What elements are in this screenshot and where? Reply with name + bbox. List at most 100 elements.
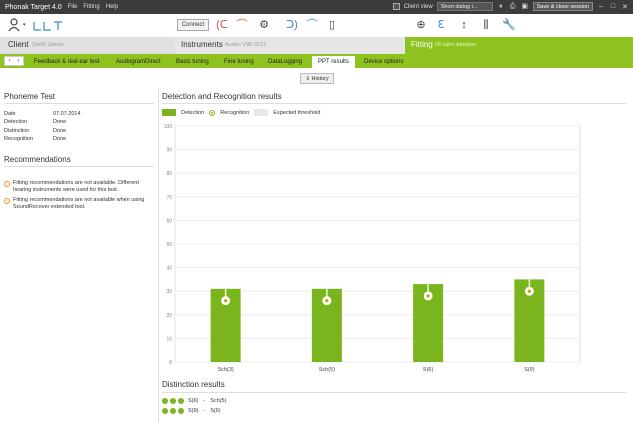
legend-recognition-label: Recognition bbox=[220, 109, 250, 116]
warning-icon: ! bbox=[4, 181, 10, 187]
recognition-point-center bbox=[527, 289, 531, 293]
maximize-icon[interactable]: □ bbox=[609, 3, 617, 10]
y-tick-label: 0 bbox=[169, 360, 172, 366]
client-name: Smith James bbox=[32, 42, 64, 48]
result-dot bbox=[178, 398, 184, 404]
gain-icon[interactable]: ↕ bbox=[458, 18, 470, 32]
save-close-button[interactable]: Save & close session bbox=[532, 2, 593, 11]
x-tick-label: S(9) bbox=[524, 367, 535, 373]
menu-help[interactable]: Help bbox=[106, 4, 118, 10]
tab-bar: ‹ › Feedback & real ear test AudiogramDi… bbox=[0, 54, 633, 68]
fitting-segment[interactable]: Fitting Of calm situation bbox=[405, 37, 633, 54]
right-ear-icon[interactable]: ᑐ) bbox=[286, 18, 298, 32]
recognition-value: Done bbox=[53, 136, 67, 142]
result-dot bbox=[178, 408, 184, 414]
client-view-checkbox[interactable] bbox=[392, 3, 400, 10]
chevron-right-icon[interactable]: › bbox=[14, 57, 23, 65]
x-tick-label: S(6) bbox=[423, 367, 434, 373]
y-tick-label: 80 bbox=[166, 171, 172, 177]
tab-ppt-results[interactable]: PPT results bbox=[312, 56, 355, 68]
ear-tuning-icon[interactable]: ℇ bbox=[435, 18, 447, 32]
info-bar: Client Smith James Instruments Audéo V90… bbox=[0, 37, 633, 54]
app-title: Phonak Target 4.0 bbox=[5, 3, 62, 11]
result-dot bbox=[170, 408, 176, 414]
print-icon[interactable]: ⎙ bbox=[509, 3, 517, 11]
distinction-a: S(9) bbox=[188, 408, 199, 414]
tab-datalogging[interactable]: DataLogging bbox=[268, 56, 302, 68]
y-tick-label: 90 bbox=[166, 148, 172, 154]
hearing-aid-blue-icon[interactable]: ⌒ bbox=[306, 18, 318, 32]
left-ear-icon[interactable]: (ᑕ bbox=[216, 18, 228, 32]
result-dot bbox=[170, 398, 176, 404]
y-tick-label: 70 bbox=[166, 195, 172, 201]
connect-button[interactable]: Connect bbox=[177, 19, 209, 31]
hearing-aid-red-icon[interactable]: ⌒ bbox=[236, 18, 248, 32]
tab-device-options[interactable]: Device options bbox=[364, 56, 403, 68]
legend-detection-swatch bbox=[162, 109, 176, 116]
user-dropdown-icon[interactable]: ▾ bbox=[23, 22, 26, 28]
fitting-label: Fitting bbox=[411, 40, 433, 49]
result-dot bbox=[162, 398, 168, 404]
title-bar: Phonak Target 4.0 File Fitting Help Clie… bbox=[0, 0, 633, 14]
y-tick-label: 60 bbox=[166, 218, 172, 224]
save-icon[interactable]: ▣ bbox=[521, 3, 529, 11]
wrench-icon[interactable]: 🔧 bbox=[502, 18, 516, 32]
recommendation-item: ! Fitting recommendations are not availa… bbox=[4, 180, 154, 194]
sliders-icon[interactable]: ⫼ bbox=[480, 18, 492, 32]
user-icon[interactable] bbox=[8, 18, 22, 32]
date-value: 07.07.2014 bbox=[53, 111, 81, 117]
client-segment[interactable]: Client Smith James bbox=[0, 37, 175, 54]
close-icon[interactable]: ✕ bbox=[621, 3, 629, 11]
tab-basic-tuning[interactable]: Basic tuning bbox=[176, 56, 209, 68]
expand-down-icon: ⇓ bbox=[305, 76, 310, 82]
y-tick-label: 100 bbox=[164, 124, 173, 130]
client-view-label: Client view bbox=[403, 3, 433, 10]
menu-file[interactable]: File bbox=[68, 4, 78, 10]
phoneme-test-title: Phoneme Test bbox=[4, 92, 55, 101]
client-label: Client bbox=[8, 40, 29, 49]
panel-divider bbox=[158, 88, 159, 422]
result-dot bbox=[162, 408, 168, 414]
target-icon[interactable]: ⊕ bbox=[415, 18, 427, 32]
x-tick-label: Sch(5) bbox=[319, 367, 335, 373]
distinction-b: S(6) bbox=[210, 408, 221, 414]
divider bbox=[162, 103, 627, 104]
menu-fitting[interactable]: Fitting bbox=[83, 4, 99, 10]
remote-icon[interactable]: ▯ bbox=[326, 18, 338, 32]
distinction-row: S(6) - Sch(5) bbox=[162, 398, 226, 404]
warning-icon: ! bbox=[4, 198, 10, 204]
recognition-key: Recognition bbox=[4, 136, 34, 142]
history-label: History bbox=[311, 76, 329, 82]
history-button[interactable]: ⇓ History bbox=[300, 73, 334, 84]
y-tick-label: 40 bbox=[166, 266, 172, 272]
chevron-left-icon[interactable]: ‹ bbox=[5, 57, 14, 65]
recommendations-title: Recommendations bbox=[4, 155, 71, 164]
distinction-title: Distinction results bbox=[162, 380, 225, 389]
pause-icon[interactable]: ⏸ bbox=[497, 3, 505, 11]
tab-feedback[interactable]: Feedback & real ear test bbox=[34, 56, 99, 68]
distinction-row: S(9) - S(6) bbox=[162, 408, 221, 414]
chart-legend: Detection Recognition Expected threshold bbox=[162, 109, 320, 116]
distinction-value: Done bbox=[53, 128, 67, 134]
results-chart: 0 10 20 30 40 50 60 70 80 90 100 Sch(3) Sch(5) S(6) S(… bbox=[164, 124, 581, 373]
distinction-sep: - bbox=[203, 398, 206, 404]
divider bbox=[4, 103, 154, 104]
legend-expected-label: Expected threshold bbox=[273, 109, 321, 116]
recommendation-text: Fitting recommendations are not availabl… bbox=[13, 180, 139, 193]
divider bbox=[162, 392, 627, 393]
y-tick-label: 20 bbox=[166, 313, 172, 319]
minimize-icon[interactable]: – bbox=[597, 3, 605, 10]
device-settings-icon[interactable]: ⚙ bbox=[258, 18, 270, 32]
legend-expected-swatch bbox=[254, 109, 269, 116]
tab-nav-arrows[interactable]: ‹ › bbox=[4, 56, 24, 66]
tab-audiogram-direct[interactable]: AudiogramDirect bbox=[116, 56, 161, 68]
detection-value: Done bbox=[53, 119, 67, 125]
detection-key: Detection bbox=[4, 119, 28, 125]
dialog-select[interactable]: Short dialog i... bbox=[436, 2, 493, 11]
recognition-point-center bbox=[224, 299, 228, 303]
instruments-label: Instruments bbox=[181, 40, 223, 49]
instruments-segment[interactable]: Instruments Audéo V90-312T bbox=[175, 37, 405, 54]
legend-recognition-marker bbox=[209, 109, 216, 116]
tab-fine-tuning[interactable]: Fine tuning bbox=[224, 56, 254, 68]
legend-detection-label: Detection bbox=[181, 109, 205, 116]
